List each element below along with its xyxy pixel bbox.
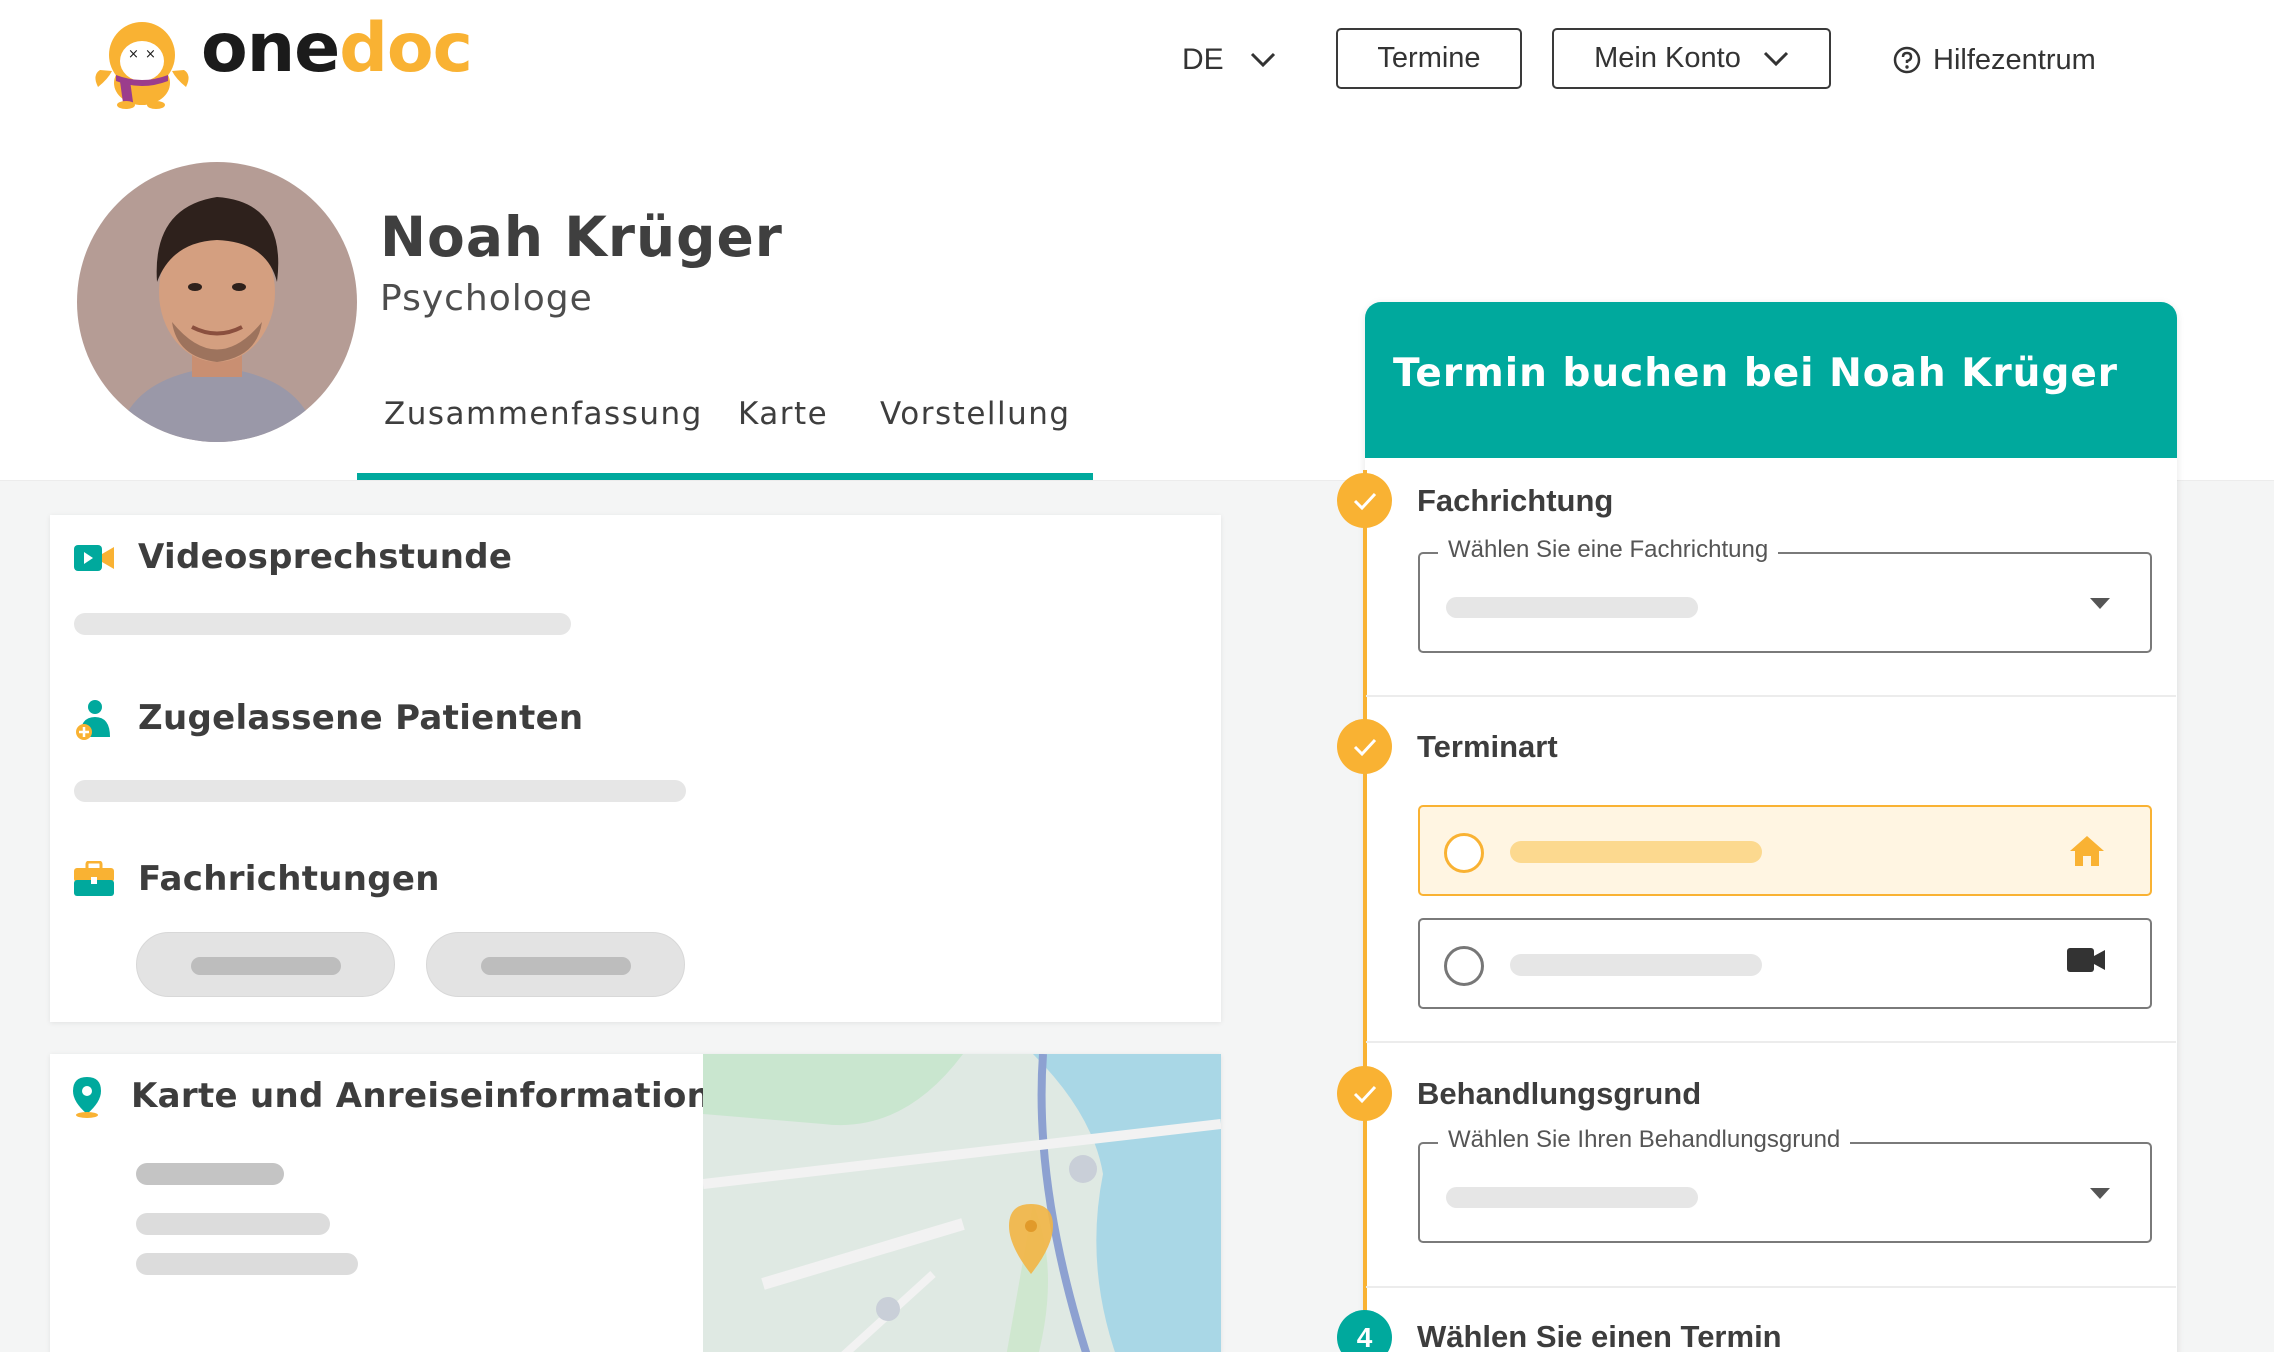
caret-down-icon <box>2090 598 2110 609</box>
blurred-map <box>703 1054 1221 1352</box>
step-divider <box>1366 1286 2176 1288</box>
step-done-check-icon <box>1337 719 1392 774</box>
doctor-name: Noah Krüger <box>380 205 783 269</box>
appointment-type-option-in-person[interactable] <box>1418 805 2152 896</box>
specialty-select[interactable]: Wählen Sie eine Fachrichtung <box>1418 536 2152 653</box>
tab-introduction[interactable]: Vorstellung <box>880 396 1071 432</box>
skeleton-line <box>74 613 571 635</box>
specialty-chip[interactable] <box>426 932 685 997</box>
appointment-type-option-video[interactable] <box>1418 918 2152 1009</box>
skeleton-line <box>74 780 686 802</box>
briefcase-icon <box>74 861 114 896</box>
section-title-patients: Zugelassene Patienten <box>138 698 584 738</box>
specialty-select-label: Wählen Sie eine Fachrichtung <box>1438 536 1779 564</box>
doctor-avatar <box>77 162 357 442</box>
onedoc-logo[interactable]: × × onedoc <box>92 9 492 110</box>
language-label: DE <box>1182 43 1224 76</box>
home-icon <box>2070 836 2104 866</box>
my-account-button-label: Mein Konto <box>1594 42 1741 74</box>
step-done-check-icon <box>1337 473 1392 528</box>
appointments-button-label: Termine <box>1377 42 1481 74</box>
logo-wordmark-doc: doc <box>339 9 473 88</box>
map-section-title: Karte und Anreiseinformationen <box>131 1076 759 1116</box>
map-preview[interactable] <box>703 1054 1221 1352</box>
skeleton-line <box>191 957 341 975</box>
help-center-label: Hilfezentrum <box>1933 43 2096 76</box>
step-divider <box>1366 695 2176 697</box>
step-title-choose-appointment: Wählen Sie einen Termin <box>1417 1319 1782 1352</box>
logo-wordmark-one: one <box>201 9 340 88</box>
active-tab-indicator <box>357 473 1093 480</box>
doctor-profession: Psychologe <box>380 278 593 319</box>
patient-icon <box>76 700 110 740</box>
chevron-down-icon <box>1250 52 1275 68</box>
question-circle-icon <box>1893 46 1921 74</box>
info-card: Videosprechstunde Zugelassene Patienten … <box>50 515 1221 1022</box>
radio-button[interactable] <box>1444 946 1484 986</box>
location-pin-icon <box>73 1077 101 1118</box>
section-title-video: Videosprechstunde <box>138 537 513 577</box>
skeleton-line <box>136 1213 330 1235</box>
step-title-specialty: Fachrichtung <box>1417 483 1614 518</box>
skeleton-line <box>1510 841 1762 863</box>
caret-down-icon <box>2090 1188 2110 1199</box>
tab-summary[interactable]: Zusammenfassung <box>384 396 703 432</box>
skeleton-line <box>481 957 631 975</box>
profile-tabs: Zusammenfassung Karte Vorstellung <box>357 388 1093 482</box>
map-card: Karte und Anreiseinformationen <box>50 1054 1221 1352</box>
step-title-treatment-reason: Behandlungsgrund <box>1417 1076 1702 1111</box>
tab-map[interactable]: Karte <box>738 396 828 432</box>
skeleton-line <box>1510 954 1762 976</box>
section-title-specialties: Fachrichtungen <box>138 859 440 899</box>
video-icon <box>74 545 114 571</box>
skeleton-line <box>136 1253 358 1275</box>
svg-text:×: × <box>128 47 139 62</box>
doctor-photo <box>77 162 357 442</box>
skeleton-line <box>1446 1187 1698 1208</box>
skeleton-line <box>1446 597 1698 618</box>
svg-text:×: × <box>145 47 156 62</box>
booking-panel-header: Termin buchen bei Noah Krüger <box>1365 302 2177 458</box>
treatment-reason-select[interactable]: Wählen Sie Ihren Behandlungsgrund <box>1418 1126 2152 1243</box>
my-account-button[interactable]: Mein Konto <box>1552 28 1831 89</box>
step-done-check-icon <box>1337 1066 1392 1121</box>
booking-panel-title: Termin buchen bei Noah Krüger <box>1393 351 2119 396</box>
step-divider <box>1366 1041 2176 1043</box>
appointments-button[interactable]: Termine <box>1336 28 1522 89</box>
help-center-link[interactable]: Hilfezentrum <box>1893 36 2096 84</box>
specialty-chip[interactable] <box>136 932 395 997</box>
chevron-down-icon <box>1763 51 1788 66</box>
treatment-reason-select-label: Wählen Sie Ihren Behandlungsgrund <box>1438 1126 1851 1154</box>
video-camera-icon <box>2067 948 2105 972</box>
step-title-appointment-type: Terminart <box>1417 729 1558 764</box>
skeleton-line <box>136 1163 284 1185</box>
radio-button[interactable] <box>1444 833 1484 873</box>
booking-steps-timeline <box>1363 470 1367 1352</box>
logo-wordmark: onedoc <box>201 9 473 88</box>
language-selector[interactable]: DE <box>1182 36 1276 84</box>
penguin-logo-icon: × × <box>95 22 189 109</box>
